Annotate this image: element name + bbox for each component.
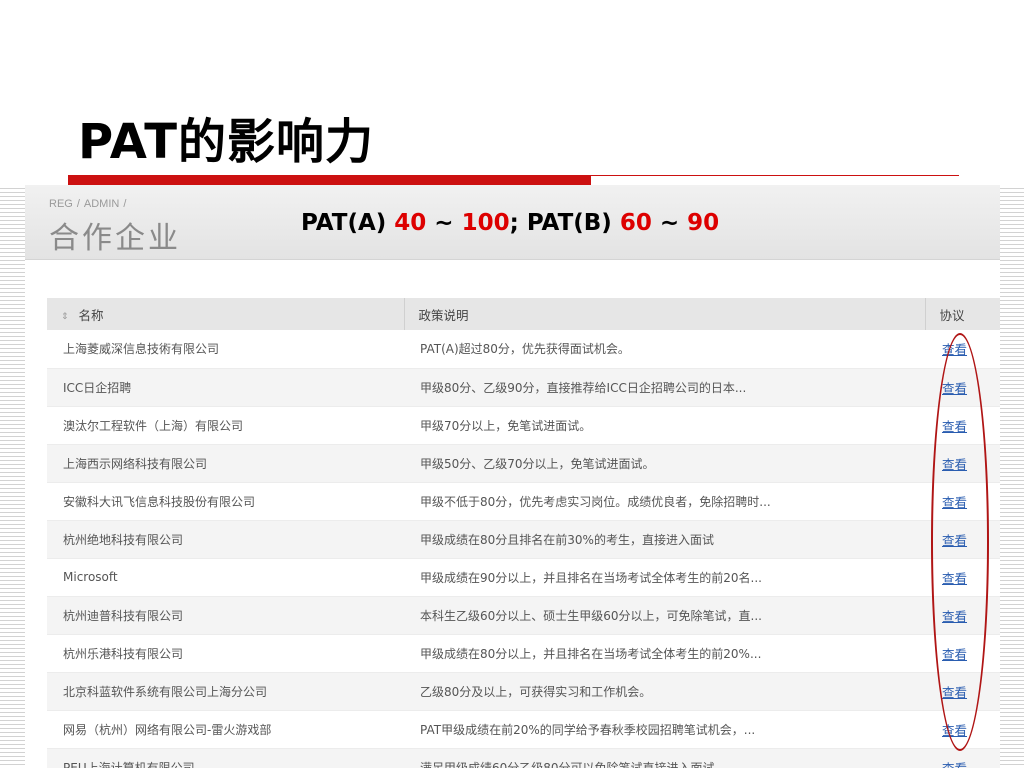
company-name: 杭州乐港科技有限公司 bbox=[47, 634, 404, 673]
policy-description: 甲级成绩在90分以上，并且排名在当场考试全体考生的前20名... bbox=[404, 558, 925, 597]
table-row[interactable]: ICC日企招聘 甲级80分、乙级90分，直接推荐给ICC日企招聘公司的日本... 查… bbox=[47, 368, 1000, 407]
company-name: Microsoft bbox=[47, 558, 404, 597]
company-name: PEU上海计算机有限公司 bbox=[47, 748, 404, 768]
breadcrumb-separator: / bbox=[123, 198, 127, 210]
company-name: 澳汰尔工程软件（上海）有限公司 bbox=[47, 406, 404, 445]
company-name: 上海西示网络科技有限公司 bbox=[47, 444, 404, 483]
company-name: 上海菱威深信息技術有限公司 bbox=[47, 330, 404, 369]
company-name: 安徽科大讯飞信息科技股份有限公司 bbox=[47, 482, 404, 521]
column-header-agreement: 协议 bbox=[925, 298, 1000, 330]
score-a-min: 40 bbox=[394, 210, 427, 236]
table-row[interactable]: 上海西示网络科技有限公司 甲级50分、乙级70分以上，免笔试进面试。 查看 bbox=[47, 444, 1000, 483]
policy-description: PAT(A)超过80分，优先获得面试机会。 bbox=[404, 330, 925, 369]
page-title: 合作企业 bbox=[49, 221, 181, 256]
table-header-row: ⇕ 名称 政策说明 协议 bbox=[47, 298, 1000, 330]
title-underline-thick bbox=[68, 175, 591, 185]
score-a-max: 100 bbox=[461, 210, 510, 236]
title-underline-thin bbox=[591, 175, 959, 176]
slide-title: PAT的影响力 bbox=[78, 114, 374, 170]
table-row[interactable]: 澳汰尔工程软件（上海）有限公司 甲级70分以上，免笔试进面试。 查看 bbox=[47, 406, 1000, 445]
policy-description: PAT甲级成绩在前20%的同学给予春秋季校园招聘笔试机会，... bbox=[404, 710, 925, 749]
policy-description: 甲级不低于80分，优先考虑实习岗位。成绩优良者，免除招聘时... bbox=[404, 482, 925, 521]
score-b-separator: ~ bbox=[651, 210, 688, 236]
company-name: 北京科蓝软件系统有限公司上海分公司 bbox=[47, 672, 404, 711]
embedded-screenshot: REG / ADMIN / 合作企业 PAT(A) 40 ~ 100; PAT(B) … bbox=[25, 185, 1000, 768]
company-name: 网易（杭州）网络有限公司-雷火游戏部 bbox=[47, 710, 404, 749]
page-header: REG / ADMIN / 合作企业 PAT(A) 40 ~ 100; PAT(B) … bbox=[25, 185, 1000, 260]
breadcrumb-item-reg[interactable]: REG bbox=[49, 198, 73, 210]
policy-description: 甲级70分以上，免笔试进面试。 bbox=[404, 406, 925, 445]
sort-updown-icon[interactable]: ⇕ bbox=[61, 312, 69, 322]
breadcrumb-separator: / bbox=[76, 198, 80, 210]
score-range-text: PAT(A) 40 ~ 100; PAT(B) 60 ~ 90 bbox=[301, 210, 719, 236]
breadcrumb-item-admin[interactable]: ADMIN bbox=[84, 198, 119, 210]
table-row[interactable]: 北京科蓝软件系统有限公司上海分公司 乙级80分及以上，可获得实习和工作机会。 查看 bbox=[47, 672, 1000, 711]
company-name: 杭州迪普科技有限公司 bbox=[47, 596, 404, 635]
column-header-name[interactable]: ⇕ 名称 bbox=[47, 298, 405, 330]
table-row[interactable]: 杭州绝地科技有限公司 甲级成绩在80分且排名在前30%的考生，直接进入面试 查看 bbox=[47, 520, 1000, 559]
table-row[interactable]: 安徽科大讯飞信息科技股份有限公司 甲级不低于80分，优先考虑实习岗位。成绩优良者，… bbox=[47, 482, 1000, 521]
score-b-min: 60 bbox=[619, 210, 652, 236]
column-header-name-label: 名称 bbox=[78, 307, 104, 323]
policy-description: 甲级80分、乙级90分，直接推荐给ICC日企招聘公司的日本... bbox=[404, 368, 925, 407]
table-row[interactable]: Microsoft 甲级成绩在90分以上，并且排名在当场考试全体考生的前20名..… bbox=[47, 558, 1000, 597]
policy-description: 乙级80分及以上，可获得实习和工作机会。 bbox=[404, 672, 925, 711]
company-table: ⇕ 名称 政策说明 协议 上海菱威深信息技術有限公司 PAT(A)超过80分，优先获… bbox=[47, 298, 1000, 768]
column-header-policy: 政策说明 bbox=[404, 298, 926, 330]
company-name: ICC日企招聘 bbox=[47, 368, 404, 407]
policy-description: 甲级50分、乙级70分以上，免笔试进面试。 bbox=[404, 444, 925, 483]
score-b-label: ; PAT(B) bbox=[509, 210, 620, 236]
score-a-label: PAT(A) bbox=[301, 210, 395, 236]
agreement-cell: 查看 bbox=[925, 748, 1000, 768]
score-a-separator: ~ bbox=[426, 210, 462, 236]
score-b-max: 90 bbox=[687, 210, 720, 236]
table-row[interactable]: 网易（杭州）网络有限公司-雷火游戏部 PAT甲级成绩在前20%的同学给予春秋季校园… bbox=[47, 710, 1000, 749]
table-row[interactable]: 杭州乐港科技有限公司 甲级成绩在80分以上，并且排名在当场考试全体考生的前20%.… bbox=[47, 634, 1000, 673]
table-body: 上海菱威深信息技術有限公司 PAT(A)超过80分，优先获得面试机会。 查看 ICC日… bbox=[47, 330, 1000, 768]
breadcrumb: REG / ADMIN / bbox=[49, 198, 130, 210]
annotation-oval bbox=[931, 333, 989, 751]
policy-description: 甲级成绩在80分以上，并且排名在当场考试全体考生的前20%... bbox=[404, 634, 925, 673]
policy-description: 甲级成绩在80分且排名在前30%的考生，直接进入面试 bbox=[404, 520, 925, 559]
company-name: 杭州绝地科技有限公司 bbox=[47, 520, 404, 559]
policy-description: 满足甲级成绩60分乙级80分可以免除笔试直接进入面试 bbox=[404, 748, 925, 768]
table-row[interactable]: 上海菱威深信息技術有限公司 PAT(A)超过80分，优先获得面试机会。 查看 bbox=[47, 330, 1000, 369]
table-row[interactable]: 杭州迪普科技有限公司 本科生乙级60分以上、硕士生甲级60分以上，可免除笔试，直.… bbox=[47, 596, 1000, 635]
policy-description: 本科生乙级60分以上、硕士生甲级60分以上，可免除笔试，直... bbox=[404, 596, 925, 635]
table-row[interactable]: PEU上海计算机有限公司 满足甲级成绩60分乙级80分可以免除笔试直接进入面试查看 bbox=[47, 748, 1000, 768]
view-agreement-link[interactable]: 查看 bbox=[942, 761, 967, 768]
